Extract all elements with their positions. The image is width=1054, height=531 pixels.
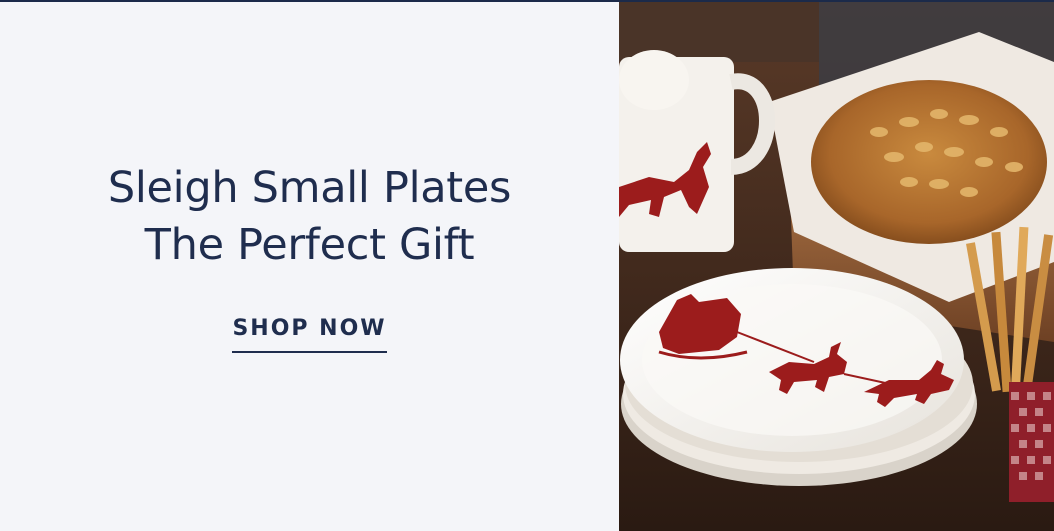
plate-stack xyxy=(620,268,977,486)
promo-text-panel: Sleigh Small Plates The Perfect Gift SHO… xyxy=(0,2,619,531)
promo-banner: Sleigh Small Plates The Perfect Gift SHO… xyxy=(0,0,1054,531)
headline-line-1: Sleigh Small Plates xyxy=(107,163,512,213)
product-photo-illustration xyxy=(619,2,1054,531)
galette xyxy=(811,80,1047,244)
product-photo[interactable] xyxy=(619,2,1054,531)
promo-headline: Sleigh Small Plates The Perfect Gift xyxy=(107,160,512,274)
whipped-cream xyxy=(619,50,689,110)
shop-now-link[interactable]: SHOP NOW xyxy=(232,316,387,353)
headline-line-2: The Perfect Gift xyxy=(144,220,475,270)
